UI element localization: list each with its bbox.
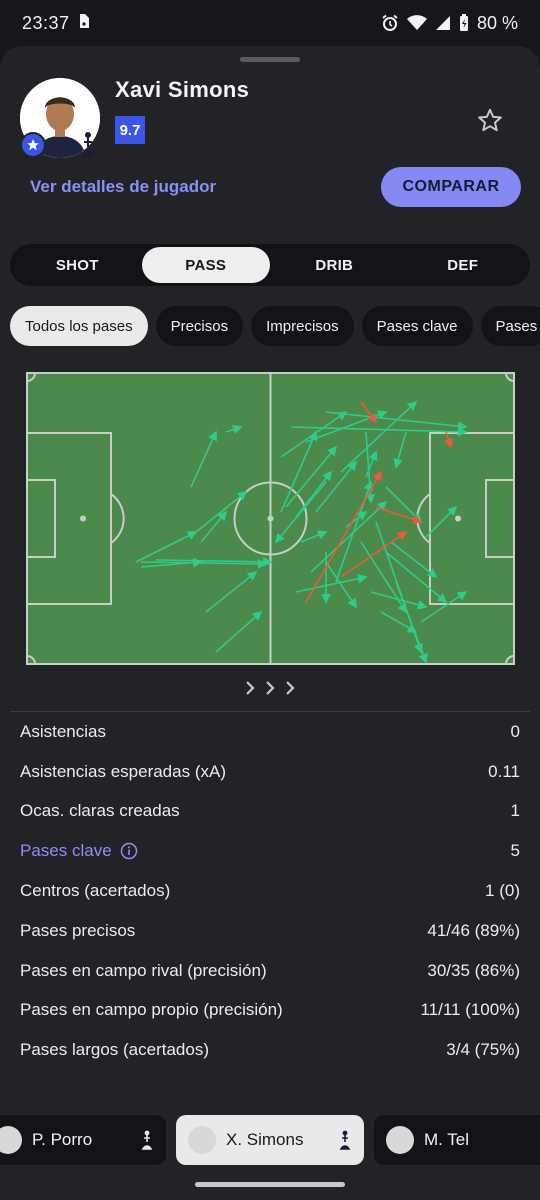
stat-value: 5 bbox=[510, 841, 520, 861]
player-pill-name: P. Porro bbox=[32, 1130, 93, 1149]
status-time: 23:37 bbox=[22, 12, 70, 33]
stat-row: Asistencias esperadas (xA) 0.11 bbox=[20, 761, 520, 781]
filter-all-passes[interactable]: Todos los pases bbox=[10, 306, 148, 346]
pass-map bbox=[26, 372, 515, 665]
stat-value: 1 (0) bbox=[485, 881, 520, 901]
player-pill-tel[interactable]: M. Tel bbox=[374, 1115, 540, 1165]
stat-tabs: SHOT PASS DRIB DEF bbox=[10, 244, 530, 286]
tab-drib[interactable]: DRIB bbox=[270, 247, 399, 283]
pass-stats-list: Asistencias 0 Asistencias esperadas (xA) 0… bbox=[20, 712, 520, 1070]
pitch-direction-indicator bbox=[243, 680, 297, 696]
drag-handle[interactable] bbox=[240, 57, 300, 62]
tab-shot[interactable]: SHOT bbox=[13, 247, 142, 283]
signal-icon bbox=[435, 15, 451, 31]
stat-row: Pases en campo propio (precisión) 11/11 (… bbox=[20, 1000, 520, 1020]
star-player-badge-icon bbox=[20, 132, 46, 158]
stat-row: Pases largos (acertados) 3/4 (75%) bbox=[20, 1040, 520, 1060]
favorite-button[interactable] bbox=[474, 104, 506, 136]
tab-def[interactable]: DEF bbox=[399, 247, 528, 283]
filter-more[interactable]: Pases bbox=[480, 306, 540, 346]
club-crest-icon bbox=[141, 1130, 153, 1150]
notification-icon bbox=[78, 13, 90, 34]
stat-row: Centros (acertados) 1 (0) bbox=[20, 881, 520, 901]
battery-level: 80 % bbox=[476, 12, 518, 33]
compare-button[interactable]: COMPARAR bbox=[381, 167, 521, 207]
pass-filters: Todos los pases Precisos Imprecisos Pases c… bbox=[10, 306, 540, 346]
stat-value: 30/35 (86%) bbox=[427, 960, 520, 980]
star-outline-icon bbox=[478, 108, 502, 132]
player-avatar bbox=[0, 1126, 22, 1154]
tab-pass[interactable]: PASS bbox=[141, 247, 270, 283]
stat-value: 11/11 (100%) bbox=[420, 1000, 520, 1020]
player-avatar bbox=[188, 1126, 216, 1154]
stat-value: 41/46 (89%) bbox=[427, 920, 520, 940]
chevron-right-icon bbox=[246, 681, 255, 695]
club-crest-icon bbox=[339, 1130, 351, 1150]
stat-value: 1 bbox=[510, 801, 520, 821]
alarm-icon bbox=[381, 14, 399, 32]
stat-value: 0.11 bbox=[488, 761, 520, 781]
info-icon[interactable] bbox=[120, 842, 138, 860]
rating-badge: 9.7 bbox=[115, 116, 145, 144]
stat-row: Asistencias 0 bbox=[20, 721, 520, 741]
club-crest-icon bbox=[78, 130, 98, 158]
player-pill-name: X. Simons bbox=[226, 1130, 304, 1149]
stat-row-key-passes[interactable]: Pases clave 5 bbox=[20, 831, 520, 871]
player-switcher: P. Porro X. Simons M. Tel bbox=[0, 1115, 540, 1167]
filter-inaccurate[interactable]: Imprecisos bbox=[251, 306, 354, 346]
player-sheet: Xavi Simons 9.7 Ver detalles de jugador … bbox=[0, 46, 540, 1200]
status-bar: 23:37 80 % bbox=[0, 0, 540, 46]
player-pill-porro[interactable]: P. Porro bbox=[0, 1115, 166, 1165]
filter-accurate[interactable]: Precisos bbox=[155, 306, 244, 346]
filter-key-passes[interactable]: Pases clave bbox=[361, 306, 473, 346]
battery-icon bbox=[459, 14, 469, 32]
player-details-link[interactable]: Ver detalles de jugador bbox=[30, 177, 216, 197]
stat-row: Pases en campo rival (precisión) 30/35 (8… bbox=[20, 960, 520, 980]
stat-label: Pases clave bbox=[20, 841, 112, 861]
home-indicator[interactable] bbox=[195, 1182, 345, 1187]
player-pill-simons[interactable]: X. Simons bbox=[176, 1115, 364, 1165]
stat-value: 0 bbox=[510, 721, 520, 741]
stat-row: Ocas. claras creadas 1 bbox=[20, 801, 520, 821]
wifi-icon bbox=[406, 15, 427, 31]
player-avatar bbox=[386, 1126, 414, 1154]
stat-value: 3/4 (75%) bbox=[446, 1040, 520, 1060]
player-pill-name: M. Tel bbox=[424, 1130, 470, 1149]
chevron-right-icon bbox=[266, 681, 275, 695]
stat-row: Pases precisos 41/46 (89%) bbox=[20, 920, 520, 940]
chevron-right-icon bbox=[286, 681, 295, 695]
player-name: Xavi Simons bbox=[115, 77, 250, 102]
